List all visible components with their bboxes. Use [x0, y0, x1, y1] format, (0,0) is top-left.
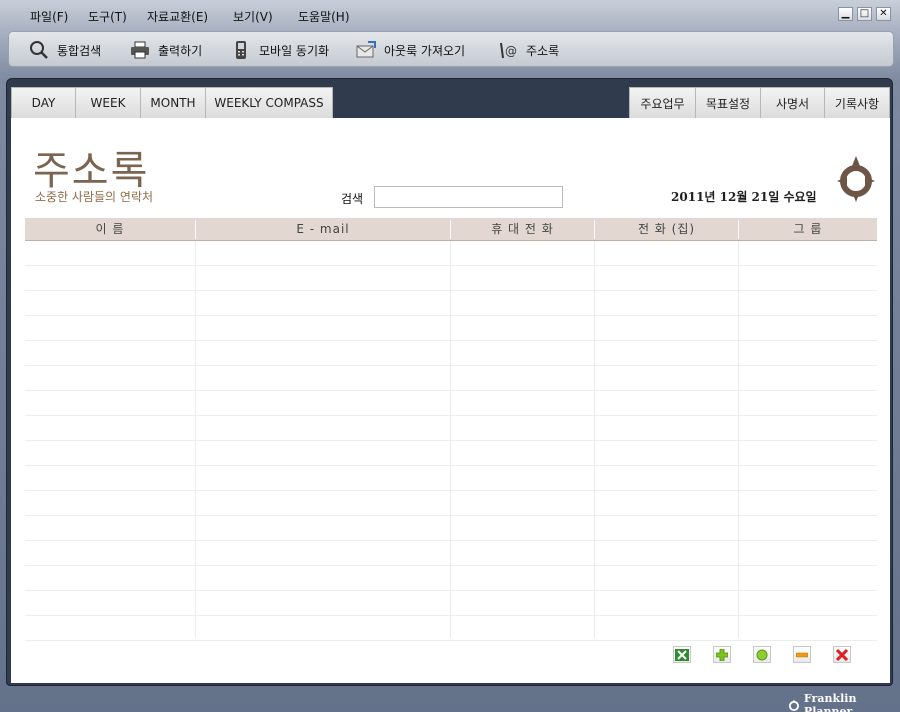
table-row[interactable]	[25, 241, 877, 266]
plus-icon	[716, 648, 728, 661]
toolbar-label: 아웃룩 가져오기	[384, 43, 466, 58]
print-button[interactable]: 출력하기	[130, 39, 202, 61]
table-header: 이 름 E - mail 휴 대 전 화 전 화 (집) 그 룹	[25, 218, 877, 241]
brand-text: Franklin Planner	[803, 692, 857, 712]
column-line	[594, 241, 595, 638]
integrated-search-button[interactable]: 통합검색	[29, 39, 101, 61]
menu-view[interactable]: 보기(V)	[233, 8, 273, 25]
mobile-sync-button[interactable]: 모바일 동기화	[231, 39, 329, 61]
table-row[interactable]	[25, 541, 877, 566]
search-label: 검색	[341, 192, 364, 206]
minus-icon	[796, 652, 808, 657]
svg-text:@: @	[505, 44, 517, 58]
column-header-name[interactable]: 이 름	[25, 218, 195, 241]
toolbar-label: 모바일 동기화	[259, 43, 330, 58]
table-row[interactable]	[25, 491, 877, 516]
remove-contact-button[interactable]	[793, 646, 811, 663]
outlook-import-button[interactable]: 아웃룩 가져오기	[356, 39, 465, 61]
table-row[interactable]	[25, 516, 877, 541]
menu-tools[interactable]: 도구(T)	[88, 8, 127, 25]
table-row[interactable]	[25, 291, 877, 316]
column-line	[738, 241, 739, 638]
table-row[interactable]	[25, 566, 877, 591]
tab-week[interactable]: WEEK	[75, 87, 141, 118]
x-icon	[836, 648, 848, 661]
toolbar-label: 출력하기	[158, 43, 203, 58]
table-row[interactable]	[25, 266, 877, 291]
franklin-logo-icon	[788, 699, 800, 711]
search-icon	[29, 40, 49, 60]
table-row[interactable]	[25, 441, 877, 466]
tab-notes[interactable]: 기록사항	[824, 87, 890, 118]
delete-contact-button[interactable]	[833, 646, 851, 663]
tab-month[interactable]: MONTH	[140, 87, 206, 118]
column-header-group[interactable]: 그 룹	[739, 218, 877, 241]
toolbar-label: 주소록	[526, 43, 560, 58]
menu-data-exchange[interactable]: 자료교환(E)	[147, 8, 208, 25]
tab-goal-setting[interactable]: 목표설정	[695, 87, 761, 118]
column-line	[450, 241, 451, 638]
menu-bar: 파일(F) 도구(T) 자료교환(E) 보기(V) 도움말(H) ▁ □ ✕	[0, 0, 900, 30]
printer-icon	[130, 40, 150, 60]
page-subtitle: 소중한 사람들의 연락처	[35, 190, 154, 204]
table-body	[25, 241, 877, 641]
table-row[interactable]	[25, 316, 877, 341]
add-contact-button[interactable]	[713, 646, 731, 663]
excel-export-button[interactable]	[673, 646, 691, 663]
main-frame: DAY WEEK MONTH WEEKLY COMPASS 주요업무 목표설정 …	[6, 78, 893, 686]
current-date: 2011년 12월 21일 수요일	[671, 190, 817, 204]
edit-contact-button[interactable]	[753, 646, 771, 663]
column-header-home-phone[interactable]: 전 화 (집)	[595, 218, 738, 241]
contacts-table: 이 름 E - mail 휴 대 전 화 전 화 (집) 그 룹	[25, 218, 877, 641]
address-book-panel: 주소록 소중한 사람들의 연락처 검색 2011년 12월 21일 수요일 이 …	[11, 118, 890, 683]
table-row[interactable]	[25, 616, 877, 641]
franklin-planner-brand: Franklin Planner	[788, 692, 900, 712]
tab-day[interactable]: DAY	[11, 87, 76, 118]
mobile-phone-icon	[231, 40, 251, 60]
toolbar: 통합검색 출력하기 모바일 동기화 아웃룩 가져오기 @ 주소록	[8, 31, 894, 67]
table-row[interactable]	[25, 466, 877, 491]
address-book-button[interactable]: @ 주소록	[498, 39, 559, 61]
table-row[interactable]	[25, 591, 877, 616]
tab-key-tasks[interactable]: 주요업무	[629, 87, 696, 118]
menu-file[interactable]: 파일(F)	[30, 8, 68, 25]
address-book-icon: @	[498, 40, 518, 60]
minimize-button[interactable]: ▁	[838, 7, 853, 21]
column-header-mobile[interactable]: 휴 대 전 화	[451, 218, 594, 241]
table-row[interactable]	[25, 341, 877, 366]
toolbar-label: 통합검색	[57, 43, 102, 58]
table-row[interactable]	[25, 416, 877, 441]
table-row[interactable]	[25, 391, 877, 416]
excel-icon	[675, 648, 689, 661]
close-button[interactable]: ✕	[876, 7, 891, 21]
column-line	[195, 241, 196, 638]
maximize-button[interactable]: □	[857, 7, 872, 21]
circle-icon	[756, 649, 768, 660]
search-input[interactable]	[374, 186, 563, 208]
menu-help[interactable]: 도움말(H)	[298, 8, 350, 25]
tab-mission-statement[interactable]: 사명서	[760, 87, 825, 118]
compass-icon[interactable]	[837, 156, 875, 202]
outlook-import-icon	[356, 40, 376, 60]
column-header-email[interactable]: E - mail	[196, 218, 450, 241]
table-row[interactable]	[25, 366, 877, 391]
tab-weekly-compass[interactable]: WEEKLY COMPASS	[205, 87, 333, 118]
